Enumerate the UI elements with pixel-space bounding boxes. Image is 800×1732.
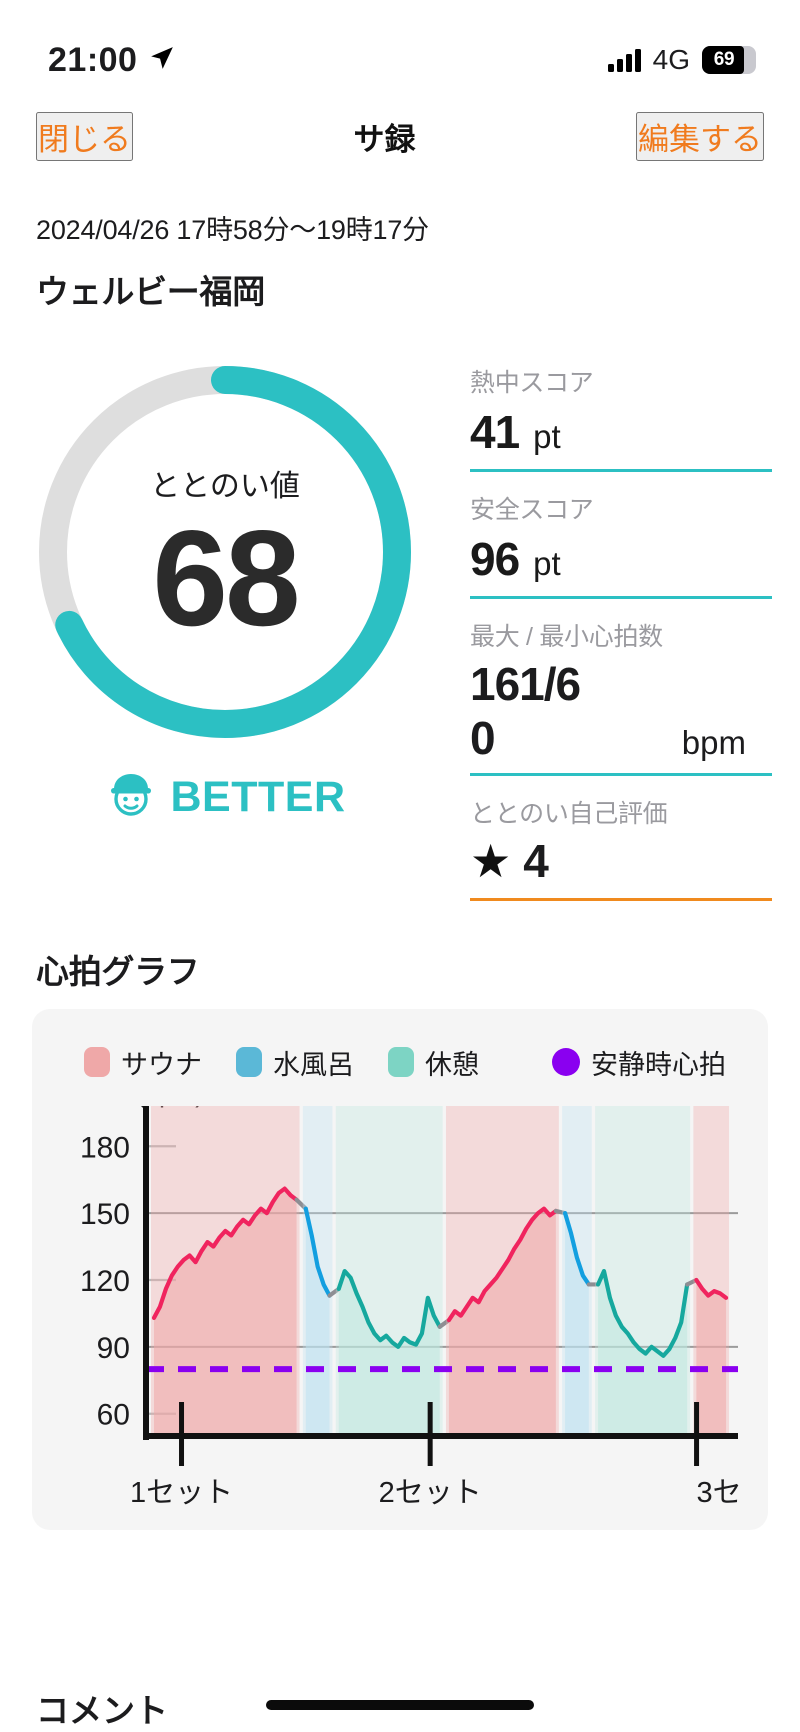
signal-bars-icon [607,48,641,72]
heart-rate-plot: 1801501209060(bpm)1セット2セット3セ [50,1105,750,1506]
rounded-square-swatch-icon [84,1047,110,1078]
stat-label: 安全スコア [470,496,594,524]
stat-self-rating: ととのい自己評価 ★ 4 [470,794,772,901]
navigation-bar: 閉じる サ録 編集する [0,92,800,180]
venue-name: ウェルビー福岡 [36,273,265,310]
chart-legend: サウナ 水風呂 休憩 安静時心拍 [50,1035,750,1082]
legend-item-cold-bath: 水風呂 [236,1043,354,1082]
stat-value: 96 [470,533,520,585]
stat-unit: pt [533,545,561,582]
session-date-range: 2024/04/26 17時58分〜19時17分 [36,215,429,245]
totonoi-badge: BETTER [105,769,346,826]
star-icon: ★ [470,834,512,887]
stat-value-row: 96 pt [470,526,772,596]
stat-label: ととのい自己評価 [470,799,668,828]
legend-item-rest: 休憩 [388,1043,479,1082]
stat-safety-score: 安全スコア 96 pt [470,490,772,599]
stat-value-line2: 0 [470,711,496,764]
close-button[interactable]: 閉じる [36,111,133,161]
battery-icon: 69 [702,46,756,74]
circle-swatch-icon [552,1048,580,1077]
heart-rate-section-title: 心拍グラフ [36,952,200,990]
stat-heat-score: 熱中スコア 41 pt [470,363,772,472]
svg-text:1セット: 1セット [130,1477,233,1506]
sauna-hat-face-icon [105,769,157,826]
summary-section: ととのい値 68 BETTER 熱中スコア 41 pt 安全スコア 96 pt … [0,313,800,919]
stat-value: 4 [523,834,549,887]
legend-item-resting-hr: 安静時心拍 [552,1043,726,1082]
stat-underline [470,596,772,599]
legend-label: 水風呂 [273,1049,354,1080]
status-bar-right: 4G 69 [607,44,756,76]
gauge-center: ととのい値 68 [30,357,420,747]
stat-underline [470,469,772,472]
status-bar: 21:00 4G 69 [0,0,800,92]
stat-unit: bpm [681,723,746,761]
status-bar-left: 21:00 [48,41,175,80]
stat-label: 熱中スコア [470,369,594,397]
stat-value-line1: 161/6 [470,658,581,710]
gauge-label: ととのい値 [150,469,300,503]
totonoi-gauge-column: ととのい値 68 BETTER [0,341,450,919]
heart-rate-chart-card: サウナ 水風呂 休憩 安静時心拍 1801501209060(bpm)1セット2… [32,1008,768,1530]
legend-item-sauna: サウナ [84,1043,202,1082]
stat-underline [470,897,772,901]
rounded-square-swatch-icon [388,1047,414,1078]
location-arrow-icon [149,45,175,76]
edit-button[interactable]: 編集する [636,111,764,161]
stat-value-row: ★ 4 [470,830,772,898]
stat-value: 41 [470,406,520,458]
svg-text:60: 60 [97,1398,130,1431]
battery-percent: 69 [713,49,735,70]
home-indicator[interactable] [266,1700,534,1710]
heart-rate-plot-svg: 1801501209060(bpm)1セット2セット3セ [80,1105,742,1506]
svg-text:90: 90 [97,1331,130,1364]
totonoi-badge-label: BETTER [170,773,346,821]
stat-max-min-heart-rate: 最大 / 最小心拍数 161/6 0 bpm [470,617,772,776]
stat-unit: pt [533,418,561,455]
session-header: 2024/04/26 17時58分〜19時17分 ウェルビー福岡 [0,180,800,313]
svg-text:150: 150 [80,1198,130,1231]
network-label: 4G [652,44,690,75]
bottom-area: コメント [0,1684,800,1732]
svg-text:2セット: 2セット [379,1477,482,1506]
totonoi-gauge: ととのい値 68 [30,357,420,747]
rounded-square-swatch-icon [236,1047,262,1078]
legend-label: 安静時心拍 [591,1049,726,1080]
svg-text:120: 120 [80,1265,130,1298]
stat-underline [470,772,772,776]
stats-column: 熱中スコア 41 pt 安全スコア 96 pt 最大 / 最小心拍数 161/6… [450,341,800,919]
stat-value-row: 161/6 0 bpm [470,653,772,773]
svg-text:3セ: 3セ [697,1477,742,1506]
page-title: サ録 [353,121,416,157]
svg-text:180: 180 [80,1131,130,1164]
status-time: 21:00 [48,40,138,79]
stat-value-row: 41 pt [470,399,772,469]
legend-label: サウナ [121,1049,202,1080]
legend-label: 休憩 [425,1049,479,1080]
stat-label: 最大 / 最小心拍数 [470,623,663,651]
gauge-value: 68 [152,501,300,654]
